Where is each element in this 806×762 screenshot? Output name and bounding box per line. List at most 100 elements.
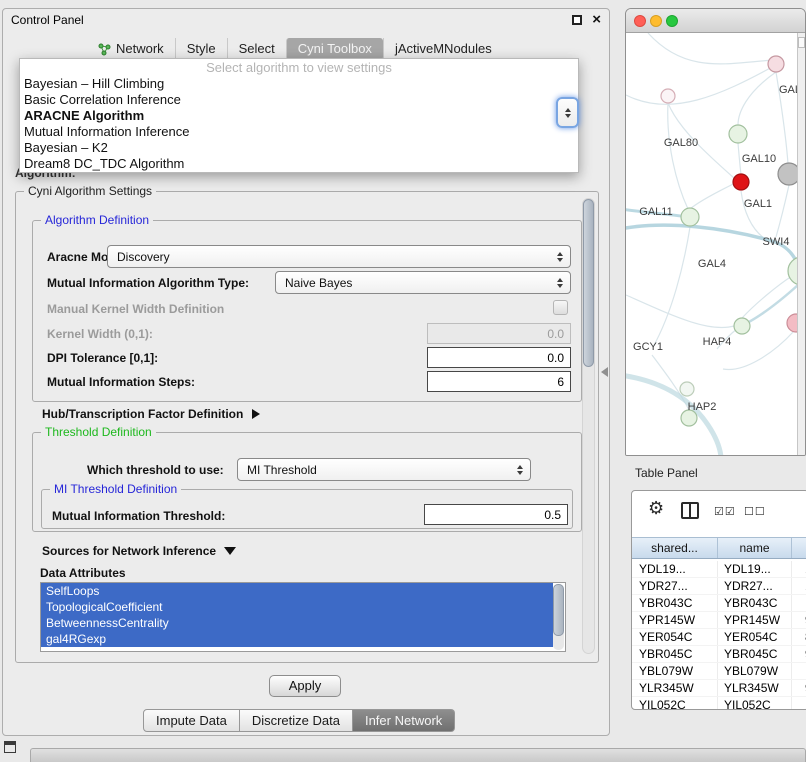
algorithm-dropdown: Select algorithm to view settings Bayesi…	[19, 58, 579, 173]
minimize-traffic-light[interactable]	[650, 15, 662, 27]
apply-button[interactable]: Apply	[269, 675, 341, 697]
table-row[interactable]: YIL052C YIL052C	[632, 697, 806, 710]
table-row[interactable]: YBR043C YBR043C	[632, 595, 806, 612]
cell-value: 9.	[792, 680, 806, 696]
dpi-tolerance-input[interactable]	[427, 347, 571, 368]
tab-network[interactable]: Network	[87, 38, 175, 60]
node-label: GAL	[779, 84, 799, 96]
dpi-tolerance-label: DPI Tolerance [0,1]:	[47, 351, 158, 365]
selected-value: Naive Bayes	[285, 276, 352, 290]
column-header-extra[interactable]	[792, 538, 806, 558]
table-row[interactable]: YLR345W YLR345W 9.	[632, 680, 806, 697]
list-scrollbar[interactable]	[553, 584, 564, 650]
network-node[interactable]	[661, 89, 675, 103]
threshold-type-select[interactable]: MI Threshold	[237, 458, 531, 481]
mi-steps-input[interactable]	[427, 371, 571, 392]
cell-name: YBR045C	[718, 646, 792, 662]
table-row[interactable]: YBR045C YBR045C 9.	[632, 646, 806, 663]
network-node[interactable]	[680, 382, 694, 396]
deselect-all-checkbox-icon[interactable]: ☐☐	[744, 505, 766, 518]
network-scrollbar[interactable]	[797, 33, 805, 455]
float-window-icon[interactable]	[572, 15, 582, 25]
list-item[interactable]: TopologicalCoefficient	[41, 599, 553, 615]
dropdown-item[interactable]: Bayesian – K2	[20, 140, 578, 156]
list-item[interactable]: SelfLoops	[41, 583, 553, 599]
mi-threshold-input[interactable]	[424, 504, 568, 525]
section-label: Hub/Transcription Factor Definition	[42, 407, 243, 421]
data-attributes-list: SelfLoops TopologicalCoefficient Between…	[40, 582, 566, 652]
network-node[interactable]	[768, 56, 784, 72]
mi-threshold-label: Mutual Information Threshold:	[52, 509, 225, 523]
network-node-red[interactable]	[733, 174, 749, 190]
settings-gear-icon[interactable]: ⚙	[648, 498, 664, 519]
algorithm-combobox-fragment[interactable]	[556, 97, 579, 128]
scrollbar-button[interactable]	[798, 37, 805, 48]
data-attributes-label: Data Attributes	[40, 566, 126, 580]
window-restore-icon[interactable]	[4, 741, 16, 753]
close-window-icon[interactable]: ×	[592, 11, 601, 29]
tab-infer-network[interactable]: Infer Network	[353, 709, 455, 732]
section-label: Sources for Network Inference	[42, 544, 216, 558]
table-row[interactable]: YER054C YER054C 8.	[632, 629, 806, 646]
dropdown-item[interactable]: Mutual Information Inference	[20, 124, 578, 140]
cell-shared: YPR145W	[632, 612, 718, 628]
scrollbar-thumb[interactable]	[553, 584, 564, 636]
network-node-gray[interactable]	[778, 163, 799, 185]
close-traffic-light[interactable]	[634, 15, 646, 27]
aracne-mode-select[interactable]: Discovery	[107, 245, 571, 268]
hub-definition-section[interactable]: Hub/Transcription Factor Definition	[42, 407, 260, 421]
settings-scrollbar[interactable]	[582, 198, 595, 654]
mi-algorithm-type-select[interactable]: Naive Bayes	[275, 271, 571, 294]
splitter-collapse-icon[interactable]	[601, 367, 608, 377]
spinner-down-icon	[565, 114, 571, 118]
network-edges	[626, 33, 794, 410]
node-label: HAP2	[688, 401, 717, 413]
zoom-traffic-light[interactable]	[666, 15, 678, 27]
tab-discretize-data[interactable]: Discretize Data	[240, 709, 353, 732]
column-header-shared[interactable]: shared...	[632, 538, 718, 558]
table-row[interactable]: YPR145W YPR145W 9.	[632, 612, 806, 629]
manual-kernel-checkbox[interactable]	[553, 300, 568, 315]
threshold-definition-group: Threshold Definition Which threshold to …	[32, 432, 582, 532]
cell-value: 8.	[792, 629, 806, 645]
tab-label: Style	[187, 38, 216, 60]
window-title: Control Panel	[11, 13, 84, 27]
list-item[interactable]: BetweennessCentrality	[41, 615, 553, 631]
cell-name: YIL052C	[718, 697, 792, 710]
network-view-window: GAL80 GAL10 GAL11 GAL1 SWI4 GAL4 GCY1 HA…	[625, 8, 806, 456]
column-header-name[interactable]: name	[718, 538, 792, 558]
dropdown-item[interactable]: Dream8 DC_TDC Algorithm	[20, 156, 578, 172]
network-node[interactable]	[729, 125, 747, 143]
columns-icon[interactable]	[681, 502, 699, 519]
dropdown-item-selected[interactable]: ARACNE Algorithm	[20, 108, 578, 124]
table-row[interactable]: YDR27... YDR27... 12	[632, 578, 806, 595]
sources-section[interactable]: Sources for Network Inference	[42, 544, 236, 558]
cell-name: YBL079W	[718, 663, 792, 679]
table-body: YDL19... YDL19... 13 YDR27... YDR27... 1…	[632, 561, 806, 709]
kernel-width-label: Kernel Width (0,1):	[47, 327, 153, 341]
tab-impute-data[interactable]: Impute Data	[143, 709, 240, 732]
tab-style[interactable]: Style	[175, 38, 227, 60]
combo-arrows-icon	[557, 278, 563, 288]
node-label: GAL1	[744, 198, 772, 210]
selected-value: Discovery	[117, 250, 170, 264]
table-row[interactable]: YDL19... YDL19... 13	[632, 561, 806, 578]
cell-value	[792, 595, 806, 611]
panel-tabs: Network Style Select Cyni Toolbox jActiv…	[87, 38, 503, 60]
list-item[interactable]: gal4RGexp	[41, 631, 553, 647]
dropdown-item[interactable]: Bayesian – Hill Climbing	[20, 76, 578, 92]
network-node[interactable]	[681, 208, 699, 226]
select-all-checkbox-icon[interactable]: ☑☑	[714, 505, 736, 518]
network-node[interactable]	[734, 318, 750, 334]
group-title: Cyni Algorithm Settings	[24, 184, 156, 199]
tab-jactivemnodules[interactable]: jActiveMNodules	[383, 38, 503, 60]
tab-select[interactable]: Select	[227, 38, 286, 60]
manual-kernel-label: Manual Kernel Width Definition	[47, 302, 224, 316]
tab-cyni-toolbox[interactable]: Cyni Toolbox	[286, 38, 383, 60]
dropdown-item[interactable]: Basic Correlation Inference	[20, 92, 578, 108]
cell-value: 9.	[792, 612, 806, 628]
scrollbar-thumb[interactable]	[583, 199, 594, 367]
kernel-width-input[interactable]	[427, 323, 571, 344]
table-row[interactable]: YBL079W YBL079W	[632, 663, 806, 680]
cell-shared: YER054C	[632, 629, 718, 645]
